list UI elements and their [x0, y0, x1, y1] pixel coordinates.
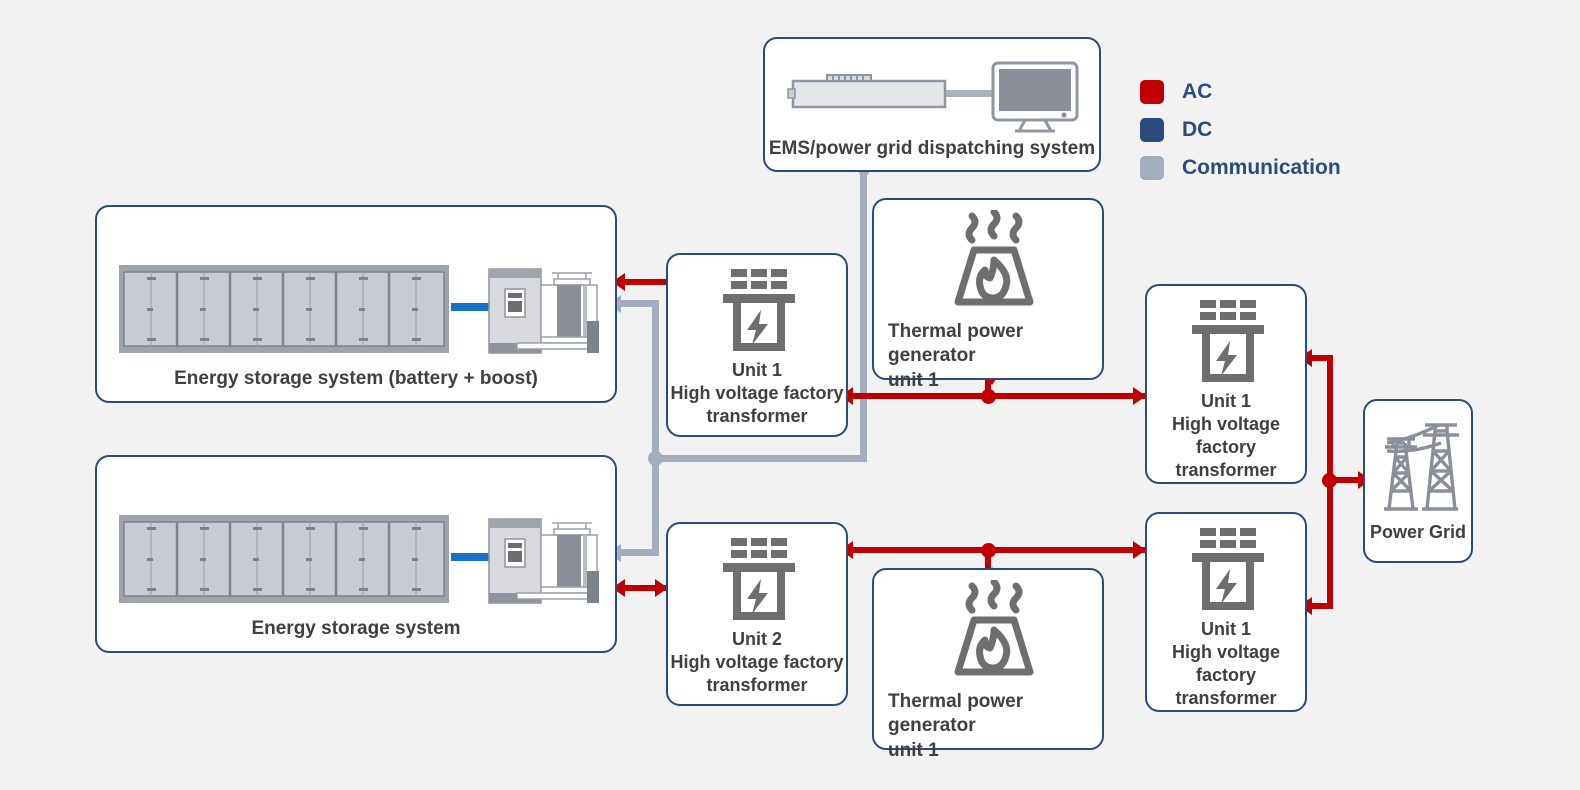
ems-icon-group	[785, 61, 1083, 133]
communication-swatch	[1140, 156, 1164, 180]
server-monitor-icon	[787, 61, 1079, 133]
power-grid-icon-wrap	[1379, 413, 1461, 513]
comm-line-ems-horizontal	[655, 455, 867, 462]
ac-swatch	[1140, 80, 1164, 104]
transformer-icon-wrap	[719, 267, 799, 353]
ac-bus-bottom	[846, 547, 1146, 553]
diagram-canvas: AC DC Communication EMS/power grid dispa…	[0, 0, 1580, 790]
thermal-icon-wrap	[950, 580, 1038, 676]
legend-label-ac: AC	[1182, 80, 1213, 103]
legend-item-communication: Communication	[1140, 156, 1341, 180]
card-transformer-unit1-right-top-label: Unit 1 High voltage factory transformer	[1171, 391, 1280, 481]
card-thermal-generator-bottom[interactable]: Thermal power generator unit 1	[872, 568, 1104, 761]
ess-top-icon-group	[117, 263, 599, 355]
battery-container-icon	[119, 265, 599, 354]
transformer-icon	[723, 269, 795, 351]
card-ess-top-label: Energy storage system (battery + boost)	[174, 368, 538, 389]
ac-line-ess-top-to-unit1	[618, 279, 668, 285]
transformer-icon-wrap	[1188, 298, 1268, 384]
legend-label-dc: DC	[1182, 118, 1213, 141]
card-transformer-unit2-mid-label: Unit 2 High voltage factory transformer	[670, 629, 844, 696]
transformer-icon-wrap	[719, 536, 799, 622]
card-transformer-unit1-right-bottom[interactable]: Unit 1 High voltage factory transformer	[1145, 512, 1307, 712]
legend-item-ac: AC	[1140, 80, 1341, 104]
dc-link	[451, 303, 489, 311]
card-thermal-generator-top-label: Thermal power generator unit 1	[888, 321, 1024, 391]
card-ems-label: EMS/power grid dispatching system	[768, 138, 1096, 159]
legend: AC DC Communication	[1140, 80, 1341, 194]
thermal-icon-wrap	[950, 210, 1038, 306]
legend-item-dc: DC	[1140, 118, 1341, 142]
thermal-plant-icon	[954, 580, 1034, 676]
card-transformer-unit1-right-bottom-label: Unit 1 High voltage factory transformer	[1171, 619, 1280, 709]
transformer-icon	[1192, 300, 1264, 382]
thermal-plant-icon	[954, 210, 1034, 306]
transformer-icon	[1192, 528, 1264, 610]
card-transformer-unit1-right-top[interactable]: Unit 1 High voltage factory transformer	[1145, 284, 1307, 484]
card-thermal-generator-bottom-label: Thermal power generator unit 1	[888, 691, 1024, 761]
comm-line-ems-vertical	[860, 172, 867, 462]
card-power-grid-label: Power Grid	[1369, 522, 1467, 542]
dc-swatch	[1140, 118, 1164, 142]
transformer-icon-wrap	[1188, 526, 1268, 612]
card-ems[interactable]: EMS/power grid dispatching system	[763, 37, 1101, 172]
card-power-grid[interactable]: Power Grid	[1363, 399, 1473, 563]
ess-bottom-icon-group	[117, 513, 599, 605]
card-ess-top[interactable]: Energy storage system (battery + boost)	[95, 205, 617, 403]
ac-bus-top	[846, 393, 1146, 399]
card-transformer-unit2-mid[interactable]: Unit 2 High voltage factory transformer	[666, 522, 848, 706]
card-thermal-generator-top[interactable]: Thermal power generator unit 1	[872, 198, 1104, 391]
comm-trunk-vertical	[652, 300, 659, 555]
legend-label-communication: Communication	[1182, 156, 1341, 179]
dc-link	[451, 553, 489, 561]
battery-container-icon	[119, 515, 599, 604]
card-ess-bottom-label: Energy storage system	[251, 618, 461, 639]
ac-junction-bottom	[981, 543, 996, 558]
card-transformer-unit1-mid-label: Unit 1 High voltage factory transformer	[670, 360, 844, 427]
ac-junction-grid	[1322, 473, 1337, 488]
transformer-icon	[723, 538, 795, 620]
card-transformer-unit1-mid[interactable]: Unit 1 High voltage factory transformer	[666, 253, 848, 437]
card-ess-bottom[interactable]: Energy storage system	[95, 455, 617, 653]
transmission-tower-icon	[1384, 423, 1459, 511]
comm-junction-dot	[648, 451, 663, 466]
